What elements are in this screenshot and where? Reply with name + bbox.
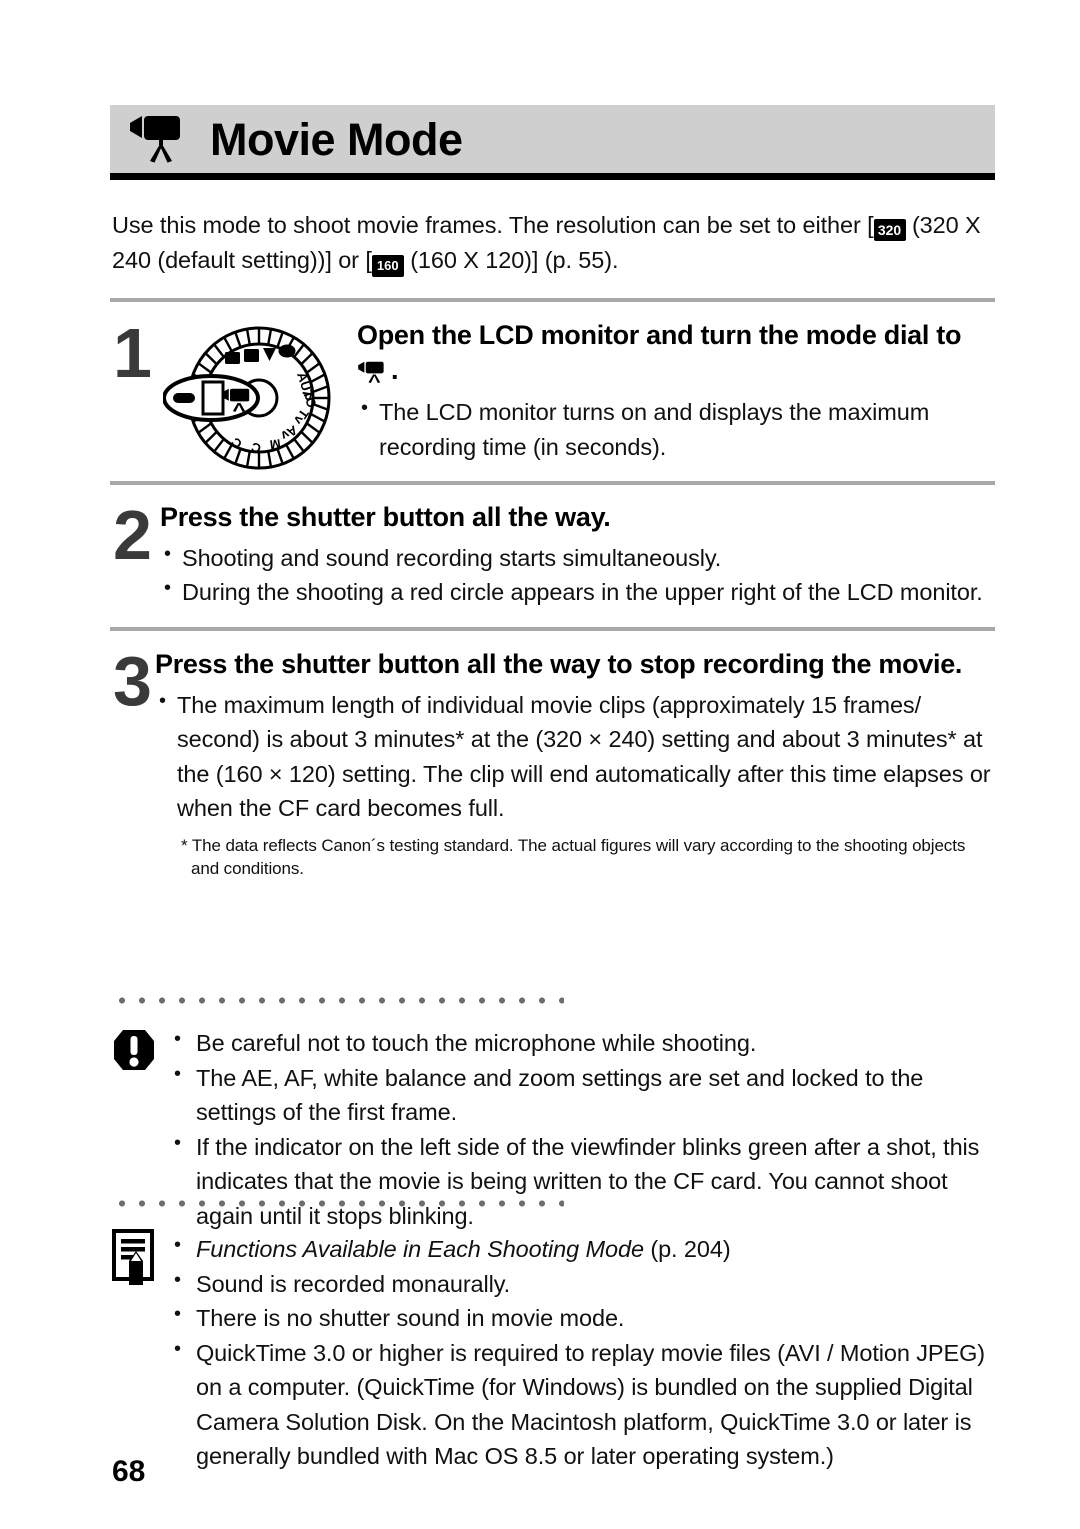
caution-item-2: The AE, AF, white balance and zoom setti… <box>172 1060 996 1130</box>
note-item-2: Sound is recorded monaurally. <box>172 1266 996 1302</box>
intro-text-part1: Use this mode to shoot movie frames. The… <box>112 212 874 238</box>
step-3-footnote: * The data reflects Canon´s testing stan… <box>181 835 966 879</box>
movie-camera-inline-icon <box>357 357 391 383</box>
step-2-bullet-2: During the shooting a red circle appears… <box>160 574 996 610</box>
mode-dial-highlight <box>162 374 260 422</box>
step-2-heading: Press the shutter button all the way. <box>160 502 611 532</box>
step-3-content: Press the shutter button all the way to … <box>155 647 1000 881</box>
step-1-heading-period: . <box>391 354 399 385</box>
note-pencil-icon <box>110 1229 162 1287</box>
section-divider-3 <box>110 627 995 631</box>
manual-page: Movie Mode Use this mode to shoot movie … <box>0 0 1080 1529</box>
warning-exclamation-icon <box>108 1024 160 1076</box>
caution-item-3: If the indicator on the left side of the… <box>172 1129 996 1234</box>
header-underline <box>110 173 995 180</box>
dotted-divider-1 <box>112 996 564 1005</box>
step-1-bullet: The LCD monitor turns on and displays th… <box>357 394 997 464</box>
resolution-160-icon: 160 <box>371 254 404 277</box>
svg-text:M: M <box>269 436 282 452</box>
note-item-3: There is no shutter sound in movie mode. <box>172 1300 996 1336</box>
dotted-divider-2 <box>112 1199 564 1208</box>
step-1-content: Open the LCD monitor and turn the mode d… <box>357 318 997 464</box>
note-list: Functions Available in Each Shooting Mod… <box>172 1231 996 1474</box>
page-title: Movie Mode <box>210 113 463 165</box>
page-number: 68 <box>112 1455 146 1488</box>
step-number-3: 3 <box>113 642 152 720</box>
step-3-bullet-1: The maximum length of individual movie c… <box>155 687 1000 826</box>
step-3-heading: Press the shutter button all the way to … <box>155 649 963 679</box>
step-number-2: 2 <box>113 496 152 574</box>
step-1-heading-text: Open the LCD monitor and turn the mode d… <box>357 320 962 350</box>
step-2-content: Press the shutter button all the way. Sh… <box>160 500 996 610</box>
note-item-1-page-ref: (p. 204) <box>643 1236 731 1262</box>
note-item-4: QuickTime 3.0 or higher is required to r… <box>172 1335 996 1474</box>
section-divider-1 <box>110 298 995 302</box>
note-item-1: Functions Available in Each Shooting Mod… <box>172 1231 996 1267</box>
section-divider-2 <box>110 481 995 485</box>
mode-dial-illustration: AUTO P Tv Av M C C <box>162 312 338 484</box>
step-number-1: 1 <box>113 314 152 392</box>
caution-item-1: Be careful not to touch the microphone w… <box>172 1025 996 1061</box>
movie-camera-icon <box>128 114 194 164</box>
intro-text-part3: (160 X 120)] (p. 55). <box>403 246 619 273</box>
intro-paragraph: Use this mode to shoot movie frames. The… <box>112 208 996 278</box>
step-2-bullet-1: Shooting and sound recording starts simu… <box>160 540 996 576</box>
page-header-band: Movie Mode <box>110 105 995 173</box>
resolution-320-icon: 320 <box>873 219 906 241</box>
note-item-1-title: Functions Available in Each Shooting Mod… <box>196 1236 644 1262</box>
step-1-heading: Open the LCD monitor and turn the mode d… <box>357 318 997 387</box>
